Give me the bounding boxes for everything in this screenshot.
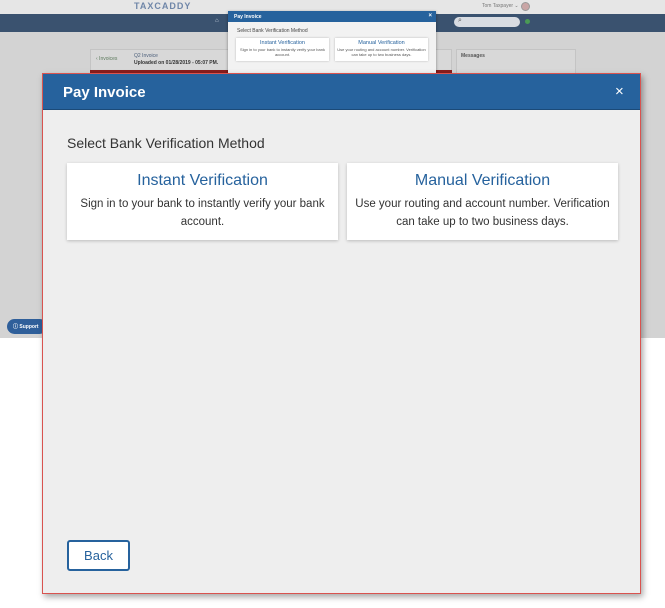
preview-manual-description: Use your routing and account number. Ver… <box>337 47 426 57</box>
search-icon: ⌕ <box>458 17 462 24</box>
preview-dialog: Pay Invoice × Select Bank Verification M… <box>228 11 436 75</box>
preview-instant-title: Instant Verification <box>260 40 305 46</box>
instant-verification-description: Sign in to your bank to instantly verify… <box>80 198 325 228</box>
preview-instant-option[interactable]: Instant Verification Sign in to your ban… <box>236 38 329 61</box>
preview-close-icon[interactable]: × <box>428 13 432 19</box>
modal-subtitle: Select Bank Verification Method <box>67 135 265 151</box>
pay-invoice-modal: Pay Invoice × Select Bank Verification M… <box>42 73 641 594</box>
back-button[interactable]: Back <box>67 540 130 571</box>
preview-instant-description: Sign in to your bank to instantly verify… <box>240 47 325 57</box>
flag-icon[interactable] <box>521 2 530 11</box>
status-dot-icon <box>525 19 530 24</box>
preview-dialog-subtitle: Select Bank Verification Method <box>237 28 308 34</box>
preview-manual-title: Manual Verification <box>358 40 405 46</box>
instant-verification-title: Instant Verification <box>137 172 268 189</box>
instant-verification-option[interactable]: Instant Verification Sign in to your ban… <box>67 163 338 240</box>
manual-verification-description: Use your routing and account number. Ver… <box>355 198 610 228</box>
manual-verification-title: Manual Verification <box>414 172 551 189</box>
preview-dialog-title: Pay Invoice <box>234 14 262 20</box>
invoices-back-link[interactable]: ‹ Invoices <box>96 56 117 62</box>
preview-dialog-header: Pay Invoice × <box>228 11 436 22</box>
search-input[interactable] <box>454 17 520 27</box>
preview-manual-option[interactable]: Manual Verification Use your routing and… <box>335 38 428 61</box>
modal-header: Pay Invoice × <box>43 74 640 110</box>
invoice-title: Q2 Invoice <box>134 53 158 59</box>
user-menu[interactable]: Tom Taxpayer ⌄ <box>482 3 519 9</box>
support-label: Support <box>19 324 39 330</box>
support-button[interactable]: ⓘ Support <box>7 319 47 334</box>
preview-options: Instant Verification Sign in to your ban… <box>228 34 436 61</box>
modal-title: Pay Invoice <box>63 84 146 101</box>
brand-logo: TAXCADDY <box>134 1 192 11</box>
close-icon[interactable]: × <box>615 83 624 100</box>
home-icon[interactable]: ⌂ <box>215 18 219 24</box>
messages-title: Messages <box>461 53 485 59</box>
invoice-upload-info: Uploaded on 01/28/2019 - 05:07 PM. <box>134 60 219 66</box>
app-screen: TAXCADDY Tom Taxpayer ⌄ ⌂ ⌕ ‹ Invoices Q… <box>0 0 665 608</box>
manual-verification-option[interactable]: Manual Verification Use your routing and… <box>347 163 618 240</box>
